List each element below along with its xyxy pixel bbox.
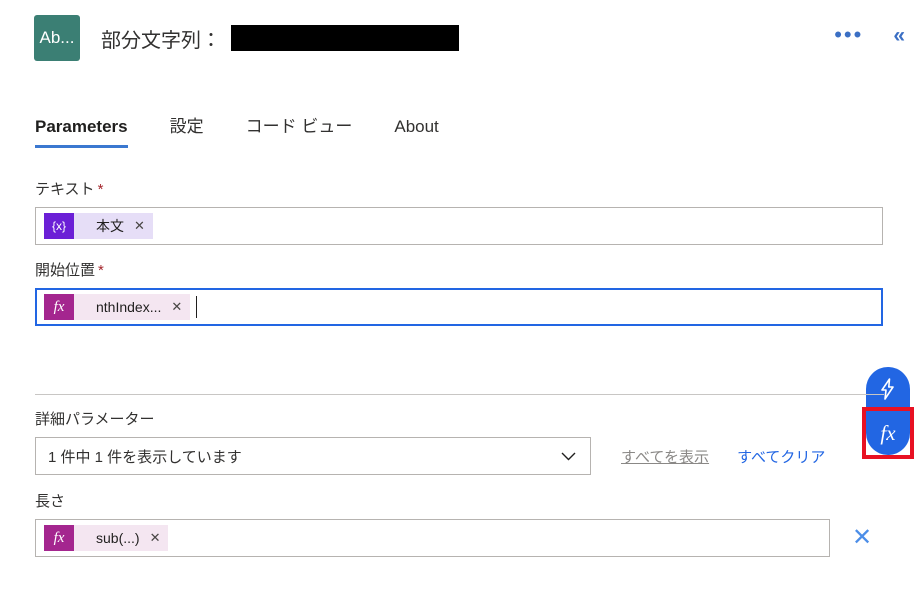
app-icon: Ab... (34, 15, 80, 61)
token-chip-label-wrapper: 本文 ✕ (74, 213, 153, 239)
advanced-parameters-row: 1 件中 1 件を表示しています すべてを表示 すべてクリア (35, 437, 921, 475)
tab-bar: Parameters 設定 コード ビュー About (35, 112, 481, 148)
more-options-icon[interactable]: ••• (826, 20, 871, 50)
token-chip-body-variable[interactable]: {x} 本文 ✕ (44, 213, 153, 239)
advanced-parameters-select-value: 1 件中 1 件を表示しています (48, 448, 242, 466)
field-text: テキスト * {x} 本文 ✕ (0, 178, 921, 245)
required-marker: * (98, 262, 104, 279)
tab-code-view[interactable]: コード ビュー (246, 112, 353, 148)
redacted-title-block (231, 25, 459, 51)
token-chip-label: 本文 (96, 218, 124, 234)
parameters-form: テキスト* {x} 本文 ✕ 開始位置* fx nthIndex... ✕ (0, 178, 921, 459)
app-icon-label: Ab... (39, 28, 75, 47)
text-input[interactable]: {x} 本文 ✕ (35, 207, 883, 245)
expression-token-icon: fx (44, 294, 74, 320)
tab-about[interactable]: About (394, 117, 438, 148)
chevron-down-icon (561, 448, 576, 465)
token-chip-label-wrapper: sub(...) ✕ (74, 525, 169, 551)
token-remove-icon[interactable]: ✕ (171, 299, 182, 315)
token-chip-label: sub(...) (96, 530, 140, 546)
token-remove-icon[interactable]: ✕ (134, 218, 145, 234)
page-title: 部分文字列： (101, 29, 221, 52)
token-chip-expression-nthindex[interactable]: fx nthIndex... ✕ (44, 294, 191, 320)
remove-parameter-icon[interactable]: ✕ (846, 525, 878, 551)
length-input[interactable]: fx sub(...) ✕ (35, 519, 830, 557)
field-length-label: 長さ (35, 493, 66, 510)
token-chip-expression-sub[interactable]: fx sub(...) ✕ (44, 525, 169, 551)
advanced-parameters-select[interactable]: 1 件中 1 件を表示しています (35, 437, 591, 475)
variable-token-icon: {x} (44, 213, 74, 239)
token-remove-icon[interactable]: ✕ (150, 530, 161, 546)
tab-parameters[interactable]: Parameters (35, 117, 128, 148)
field-length: 長さ fx sub(...) ✕ ✕ (0, 490, 921, 557)
field-length-row: fx sub(...) ✕ ✕ (0, 519, 921, 557)
header-actions: ••• « (826, 20, 921, 50)
card-header: Ab... 部分文字列： ••• « (0, 0, 921, 76)
chevron-double-left-icon[interactable]: « (885, 21, 913, 50)
start-index-input[interactable]: fx nthIndex... ✕ (35, 288, 883, 326)
tab-settings[interactable]: 設定 (170, 112, 204, 148)
expression-token-icon: fx (44, 525, 74, 551)
field-start-index: 開始位置 * fx nthIndex... ✕ fx (0, 259, 921, 459)
field-text-label: テキスト * (35, 181, 104, 198)
text-caret (196, 296, 198, 318)
show-all-link[interactable]: すべてを表示 (621, 446, 709, 467)
dynamic-content-icon[interactable] (866, 367, 910, 411)
advanced-parameters-section: 詳細パラメーター 1 件中 1 件を表示しています すべてを表示 すべてクリア (0, 408, 921, 475)
required-marker: * (97, 181, 104, 198)
field-start-index-label: 開始位置 * (35, 262, 104, 279)
section-divider (35, 394, 884, 395)
token-chip-label: nthIndex... (96, 299, 162, 315)
token-chip-label-wrapper: nthIndex... ✕ (74, 294, 191, 320)
clear-all-link[interactable]: すべてクリア (737, 446, 825, 467)
advanced-parameters-label: 詳細パラメーター (35, 411, 155, 428)
